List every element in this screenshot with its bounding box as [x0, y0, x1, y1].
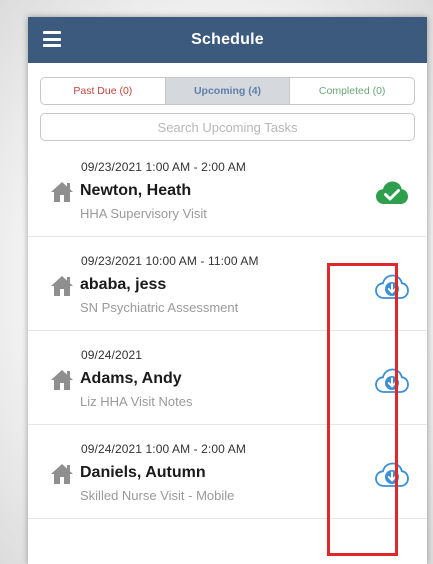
phone-screen: Schedule Past Due (0) Upcoming (4) Compl…	[28, 17, 427, 564]
cloud-download-icon[interactable]	[375, 462, 409, 488]
visit-type: Skilled Nurse Visit - Mobile	[80, 488, 235, 503]
task-datetime: 09/24/2021	[81, 348, 143, 362]
task-row[interactable]: 09/24/2021 1:00 AM - 2:00 AM Daniels, Au…	[28, 425, 427, 519]
tab-completed[interactable]: Completed (0)	[290, 78, 414, 104]
task-row[interactable]: 09/24/2021 Adams, Andy Liz HHA Visit Not…	[28, 331, 427, 425]
home-icon	[51, 182, 73, 202]
task-datetime: 09/24/2021 1:00 AM - 2:00 AM	[81, 442, 246, 456]
visit-type: HHA Supervisory Visit	[80, 206, 207, 221]
task-datetime: 09/23/2021 1:00 AM - 2:00 AM	[81, 160, 246, 174]
patient-name: ababa, jess	[80, 276, 167, 293]
tab-past-due[interactable]: Past Due (0)	[41, 78, 166, 104]
task-filter-tabs: Past Due (0) Upcoming (4) Completed (0)	[40, 77, 415, 105]
home-icon	[51, 370, 73, 390]
task-row[interactable]: 09/23/2021 10:00 AM - 11:00 AM ababa, je…	[28, 237, 427, 331]
search-box	[40, 113, 415, 141]
search-input[interactable]	[41, 113, 414, 141]
hamburger-menu-icon[interactable]	[43, 31, 61, 47]
screenshot-stage: Schedule Past Due (0) Upcoming (4) Compl…	[0, 0, 433, 564]
patient-name: Adams, Andy	[80, 370, 182, 387]
page-title: Schedule	[191, 31, 264, 48]
home-icon	[51, 464, 73, 484]
cloud-download-icon[interactable]	[375, 274, 409, 300]
tab-upcoming[interactable]: Upcoming (4)	[165, 78, 291, 104]
visit-type: Liz HHA Visit Notes	[80, 394, 193, 409]
task-list: 09/23/2021 1:00 AM - 2:00 AM Newton, Hea…	[28, 143, 427, 519]
visit-type: SN Psychiatric Assessment	[80, 300, 239, 315]
patient-name: Newton, Heath	[80, 182, 192, 199]
task-row[interactable]: 09/23/2021 1:00 AM - 2:00 AM Newton, Hea…	[28, 143, 427, 237]
task-datetime: 09/23/2021 10:00 AM - 11:00 AM	[81, 254, 259, 268]
home-icon	[51, 276, 73, 296]
app-header: Schedule	[28, 17, 427, 63]
cloud-download-icon[interactable]	[375, 368, 409, 394]
patient-name: Daniels, Autumn	[80, 464, 206, 481]
cloud-check-icon[interactable]	[375, 180, 409, 206]
